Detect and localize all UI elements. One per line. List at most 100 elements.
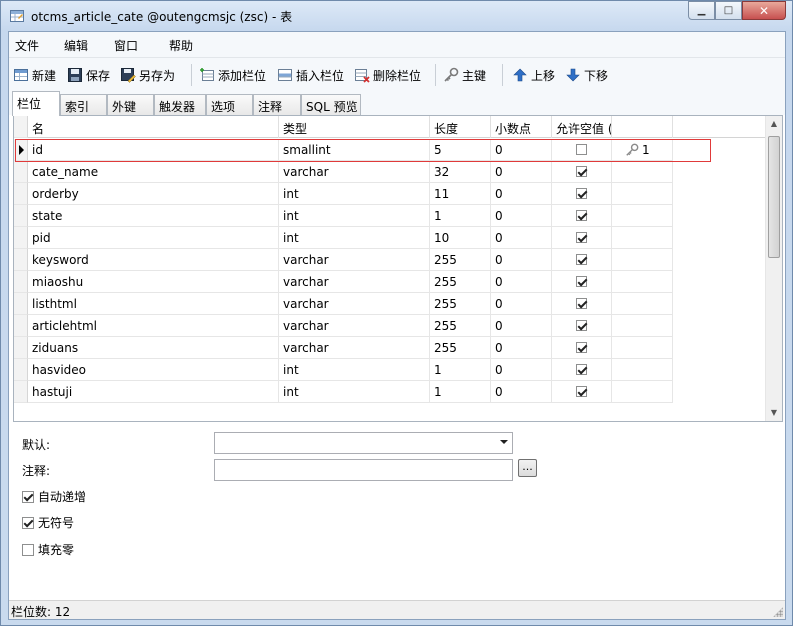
nullable-checkbox[interactable] (576, 144, 587, 155)
nullable-checkbox[interactable] (576, 276, 587, 287)
cell-length[interactable]: 10 (430, 227, 491, 249)
cell-nullable[interactable] (552, 337, 612, 359)
move-down-button[interactable]: 下移 (565, 66, 608, 84)
zerofill-option[interactable]: 填充零 (22, 541, 74, 558)
cell-nullable[interactable] (552, 381, 612, 403)
cell-decimals[interactable]: 0 (491, 381, 552, 403)
cell-type[interactable]: int (279, 359, 430, 381)
cell-decimals[interactable]: 0 (491, 359, 552, 381)
nullable-checkbox[interactable] (576, 254, 587, 265)
menu-window[interactable]: 窗口 (114, 37, 138, 54)
cell-name[interactable]: cate_name (28, 161, 279, 183)
table-row[interactable]: hastuji int 1 0 (14, 381, 766, 403)
row-header[interactable] (14, 183, 28, 205)
cell-type[interactable]: smallint (279, 139, 430, 161)
cell-key[interactable] (612, 227, 673, 249)
title-bar[interactable]: otcms_article_cate @outengcmsjc (zsc) - … (1, 1, 792, 31)
cell-length[interactable]: 1 (430, 381, 491, 403)
row-header[interactable] (14, 381, 28, 403)
table-row[interactable]: keysword varchar 255 0 (14, 249, 766, 271)
table-row[interactable]: articlehtml varchar 255 0 (14, 315, 766, 337)
nullable-checkbox[interactable] (576, 320, 587, 331)
cell-decimals[interactable]: 0 (491, 205, 552, 227)
cell-length[interactable]: 11 (430, 183, 491, 205)
cell-name[interactable]: orderby (28, 183, 279, 205)
cell-name[interactable]: listhtml (28, 293, 279, 315)
cell-decimals[interactable]: 0 (491, 139, 552, 161)
tab-options[interactable]: 选项 (206, 94, 253, 115)
cell-key[interactable] (612, 359, 673, 381)
cell-name[interactable]: pid (28, 227, 279, 249)
cell-name[interactable]: ziduans (28, 337, 279, 359)
cell-length[interactable]: 1 (430, 205, 491, 227)
cell-nullable[interactable] (552, 359, 612, 381)
menu-edit[interactable]: 编辑 (64, 37, 88, 54)
cell-name[interactable]: articlehtml (28, 315, 279, 337)
table-row[interactable]: ziduans varchar 255 0 (14, 337, 766, 359)
cell-type[interactable]: varchar (279, 293, 430, 315)
row-header[interactable] (14, 359, 28, 381)
move-up-button[interactable]: 上移 (512, 66, 555, 84)
cell-nullable[interactable] (552, 249, 612, 271)
cell-key[interactable] (612, 249, 673, 271)
cell-type[interactable]: int (279, 227, 430, 249)
row-header[interactable] (14, 227, 28, 249)
cell-length[interactable]: 255 (430, 271, 491, 293)
cell-decimals[interactable]: 0 (491, 271, 552, 293)
header-name[interactable]: 名 (28, 116, 279, 138)
cell-type[interactable]: varchar (279, 271, 430, 293)
cell-key[interactable] (612, 293, 673, 315)
comment-browse-button[interactable]: ... (518, 459, 537, 477)
new-button[interactable]: 新建 (13, 66, 56, 84)
header-decimals[interactable]: 小数点 (491, 116, 552, 138)
nullable-checkbox[interactable] (576, 232, 587, 243)
cell-nullable[interactable] (552, 139, 612, 161)
cell-name[interactable]: state (28, 205, 279, 227)
cell-decimals[interactable]: 0 (491, 227, 552, 249)
nullable-checkbox[interactable] (576, 188, 587, 199)
menu-help[interactable]: 帮助 (169, 37, 193, 54)
table-row[interactable]: id smallint 5 0 1 (14, 139, 766, 161)
table-row[interactable]: hasvideo int 1 0 (14, 359, 766, 381)
nullable-checkbox[interactable] (576, 386, 587, 397)
cell-name[interactable]: miaoshu (28, 271, 279, 293)
cell-nullable[interactable] (552, 271, 612, 293)
current-row-indicator[interactable] (14, 139, 28, 161)
cell-decimals[interactable]: 0 (491, 315, 552, 337)
tab-foreign-keys[interactable]: 外键 (107, 94, 154, 115)
primary-key-button[interactable]: 主键 (443, 66, 486, 84)
table-row[interactable]: pid int 10 0 (14, 227, 766, 249)
row-header[interactable] (14, 205, 28, 227)
delete-column-button[interactable]: 删除栏位 (354, 66, 421, 84)
unsigned-checkbox[interactable] (22, 516, 34, 529)
header-length[interactable]: 长度 (430, 116, 491, 138)
cell-key[interactable] (612, 337, 673, 359)
auto-increment-checkbox[interactable] (22, 490, 34, 503)
cell-length[interactable]: 255 (430, 337, 491, 359)
cell-nullable[interactable] (552, 293, 612, 315)
cell-length[interactable]: 32 (430, 161, 491, 183)
header-type[interactable]: 类型 (279, 116, 430, 138)
cell-name[interactable]: hasvideo (28, 359, 279, 381)
comment-input[interactable] (214, 459, 513, 481)
cell-decimals[interactable]: 0 (491, 183, 552, 205)
minimize-button[interactable]: ▁ (688, 1, 715, 20)
table-row[interactable]: miaoshu varchar 255 0 (14, 271, 766, 293)
auto-increment-option[interactable]: 自动递增 (22, 488, 86, 505)
table-row[interactable]: cate_name varchar 32 0 (14, 161, 766, 183)
cell-nullable[interactable] (552, 205, 612, 227)
default-select[interactable] (214, 432, 513, 454)
cell-length[interactable]: 255 (430, 315, 491, 337)
cell-key[interactable] (612, 183, 673, 205)
cell-name[interactable]: hastuji (28, 381, 279, 403)
table-row[interactable]: state int 1 0 (14, 205, 766, 227)
cell-nullable[interactable] (552, 161, 612, 183)
cell-type[interactable]: varchar (279, 315, 430, 337)
cell-decimals[interactable]: 0 (491, 249, 552, 271)
cell-type[interactable]: varchar (279, 249, 430, 271)
tab-comment[interactable]: 注释 (253, 94, 301, 115)
tab-indexes[interactable]: 索引 (60, 94, 107, 115)
row-header[interactable] (14, 271, 28, 293)
row-header[interactable] (14, 249, 28, 271)
scroll-up-icon[interactable]: ▲ (766, 116, 782, 132)
